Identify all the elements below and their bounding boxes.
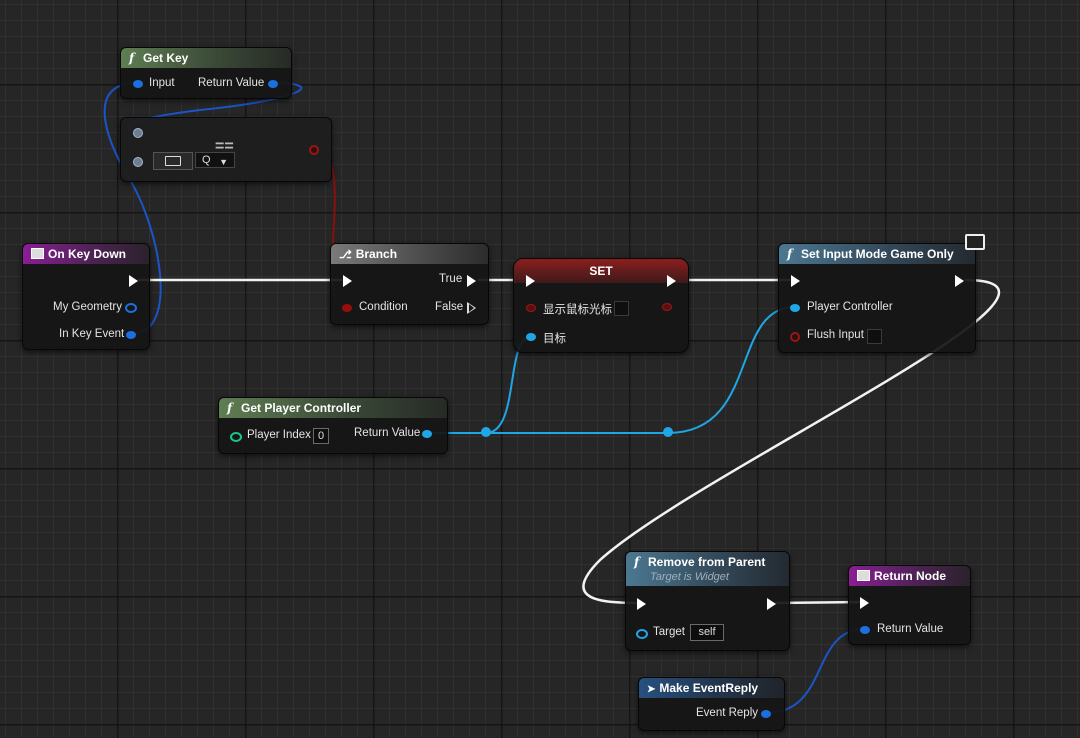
return-value-pin[interactable] (268, 80, 278, 88)
pin-label: My Geometry (53, 301, 123, 313)
pin-label: In Key Event (59, 328, 125, 340)
exec-input-pin[interactable] (637, 598, 646, 610)
condition-pin[interactable] (342, 304, 352, 312)
exec-output-pin[interactable] (767, 598, 776, 610)
value-output-pin[interactable] (662, 303, 672, 311)
node-subtitle: Target is Widget (650, 571, 729, 583)
pin-label: Player Controller (807, 301, 893, 313)
pin-label: Flush Input (807, 329, 864, 341)
node-title: Make EventReply (659, 681, 759, 695)
true-exec-pin[interactable] (467, 275, 476, 287)
flush-input-pin[interactable] (790, 332, 800, 342)
function-icon: f (227, 401, 233, 415)
output-bool-pin[interactable] (309, 145, 319, 155)
node-title: Set Input Mode Game Only (801, 247, 954, 261)
node-title: Branch (355, 247, 398, 261)
exec-input-pin[interactable] (791, 275, 800, 287)
key-dropdown[interactable]: Q ▼ (195, 152, 235, 168)
node-title: Get Key (143, 51, 189, 65)
node-title: SET (589, 264, 613, 278)
player-index-pin[interactable] (230, 432, 242, 442)
pin-label: Return Value (198, 77, 265, 89)
monitor-icon (965, 234, 985, 250)
exec-input-pin[interactable] (526, 275, 535, 287)
pin-label: Input (149, 77, 175, 89)
pin-label: Return Value (354, 427, 421, 439)
player-controller-pin[interactable] (790, 304, 800, 312)
chevron-down-icon: ▼ (219, 157, 228, 167)
exec-output-pin[interactable] (667, 275, 676, 287)
value-input-pin[interactable] (526, 304, 536, 312)
event-icon (31, 248, 44, 259)
node-return[interactable]: Return Node Return Value (848, 565, 971, 645)
node-header[interactable]: SET (514, 259, 688, 283)
pin-label: True (439, 273, 463, 285)
flush-input-checkbox[interactable] (867, 329, 882, 344)
reroute-knot (663, 427, 673, 437)
make-struct-icon: ➤ (647, 684, 656, 695)
false-exec-pin[interactable] (467, 302, 476, 314)
variable-label: 显示鼠标光标 (543, 304, 612, 316)
node-title: Remove from Parent (648, 555, 766, 569)
branch-icon: ⎇ (339, 249, 352, 261)
exec-input-pin[interactable] (860, 597, 869, 609)
my-geometry-pin[interactable] (125, 303, 137, 313)
player-index-input[interactable]: 0 (313, 428, 329, 444)
return-value-pin[interactable] (422, 430, 432, 438)
pin-label: 目标 (543, 333, 566, 345)
input-pin-a[interactable] (133, 128, 143, 138)
pin-label: Return Value (877, 623, 944, 635)
node-remove-from-parent[interactable]: f Remove from Parent Target is Widget Tar… (625, 551, 790, 651)
pin-label: Target (653, 626, 685, 638)
target-pin[interactable] (526, 333, 536, 341)
node-header[interactable]: f Get Key (121, 48, 291, 68)
node-header[interactable]: f Get Player Controller (219, 398, 447, 418)
node-get-player-controller[interactable]: f Get Player Controller Player Index 0 Re… (218, 397, 448, 454)
input-pin[interactable] (133, 80, 143, 88)
node-header[interactable]: Return Node (849, 566, 970, 586)
target-pin[interactable] (636, 629, 648, 639)
pin-label: Player Index (247, 429, 311, 441)
return-value-pin[interactable] (860, 626, 870, 634)
exec-output-pin[interactable] (955, 275, 964, 287)
exec-output-pin[interactable] (129, 275, 138, 287)
node-header[interactable]: ➤ Make EventReply (639, 678, 784, 698)
pin-label: False (435, 301, 464, 313)
node-get-key[interactable]: f Get Key Input Return Value (120, 47, 292, 99)
reroute-knot (481, 427, 491, 437)
node-set[interactable]: SET 显示鼠标光标 目标 (513, 258, 689, 353)
target-value-input[interactable]: self (690, 624, 724, 641)
input-pin-b[interactable] (133, 157, 143, 167)
event-icon (857, 570, 870, 581)
pin-label: Condition (359, 301, 408, 313)
node-title: Return Node (874, 569, 946, 583)
function-icon: f (787, 247, 793, 261)
function-icon: f (634, 555, 640, 569)
node-title: On Key Down (48, 247, 127, 261)
pin-label: Event Reply (696, 707, 759, 719)
function-icon: f (129, 51, 135, 65)
node-set-input-mode-game-only[interactable]: f Set Input Mode Game Only Player Control… (778, 234, 985, 353)
key-selector-button[interactable] (153, 152, 193, 170)
node-on-key-down[interactable]: On Key Down My Geometry In Key Event (22, 243, 150, 350)
node-branch[interactable]: ⎇ Branch True Condition False (330, 243, 489, 325)
key-value: Q (202, 154, 211, 166)
keyboard-icon (165, 156, 181, 166)
node-header[interactable]: ⎇ Branch (331, 244, 488, 264)
node-header[interactable]: On Key Down (23, 244, 149, 264)
node-title: Get Player Controller (241, 401, 362, 415)
event-reply-pin[interactable] (761, 710, 771, 718)
node-header[interactable]: f Set Input Mode Game Only (779, 244, 975, 264)
exec-input-pin[interactable] (343, 275, 352, 287)
node-make-event-reply[interactable]: ➤ Make EventReply Event Reply (638, 677, 785, 731)
in-key-event-pin[interactable] (126, 331, 136, 339)
value-checkbox[interactable] (614, 301, 629, 316)
node-equals[interactable]: == Q ▼ (120, 117, 332, 182)
